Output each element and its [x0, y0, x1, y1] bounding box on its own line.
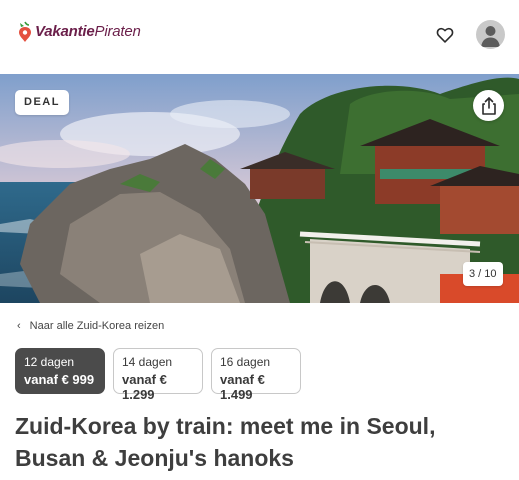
- site-header: VakantiePiraten: [0, 0, 519, 74]
- option-price: vanaf € 1.499: [220, 372, 265, 402]
- duration-option-12-days[interactable]: 12 dagen vanaf € 999: [15, 348, 105, 394]
- share-icon: [481, 96, 496, 115]
- option-days: 12 dagen: [24, 355, 75, 369]
- duration-options: 12 dagen vanaf € 999 14 dagen vanaf € 1.…: [15, 348, 301, 402]
- deal-badge: DEAL: [15, 90, 69, 115]
- logo-text-bold: Vakantie: [35, 22, 95, 40]
- duration-option-16-days[interactable]: 16 dagen vanaf € 1.499: [211, 348, 301, 402]
- image-counter: 3 / 10: [463, 262, 503, 286]
- favorite-button[interactable]: [434, 24, 456, 46]
- logo-pin-icon: [17, 19, 33, 43]
- hero-image-carousel[interactable]: DEAL 3 / 10: [0, 74, 519, 303]
- heart-outline-icon: [436, 27, 454, 43]
- back-to-korea-trips-link[interactable]: ‹ Naar alle Zuid-Korea reizen: [17, 320, 164, 332]
- trip-title: Zuid-Korea by train: meet me in Seoul, B…: [15, 413, 436, 471]
- profile-avatar[interactable]: [476, 20, 505, 49]
- user-avatar-icon: [481, 26, 500, 47]
- logo-text: VakantiePiraten: [35, 23, 141, 40]
- hero-photo: [0, 74, 519, 303]
- duration-option-14-days[interactable]: 14 dagen vanaf € 1.299: [113, 348, 203, 402]
- chevron-left-icon: ‹: [17, 320, 21, 332]
- option-days: 14 dagen: [122, 355, 173, 369]
- share-button[interactable]: [473, 90, 504, 121]
- back-link-label: Naar alle Zuid-Korea reizen: [29, 320, 165, 332]
- logo-text-light: Piraten: [94, 22, 141, 40]
- vakantiepiraten-logo[interactable]: VakantiePiraten: [17, 19, 141, 43]
- option-days: 16 dagen: [220, 355, 271, 369]
- option-price: vanaf € 1.299: [122, 372, 167, 402]
- option-price: vanaf € 999: [24, 372, 95, 387]
